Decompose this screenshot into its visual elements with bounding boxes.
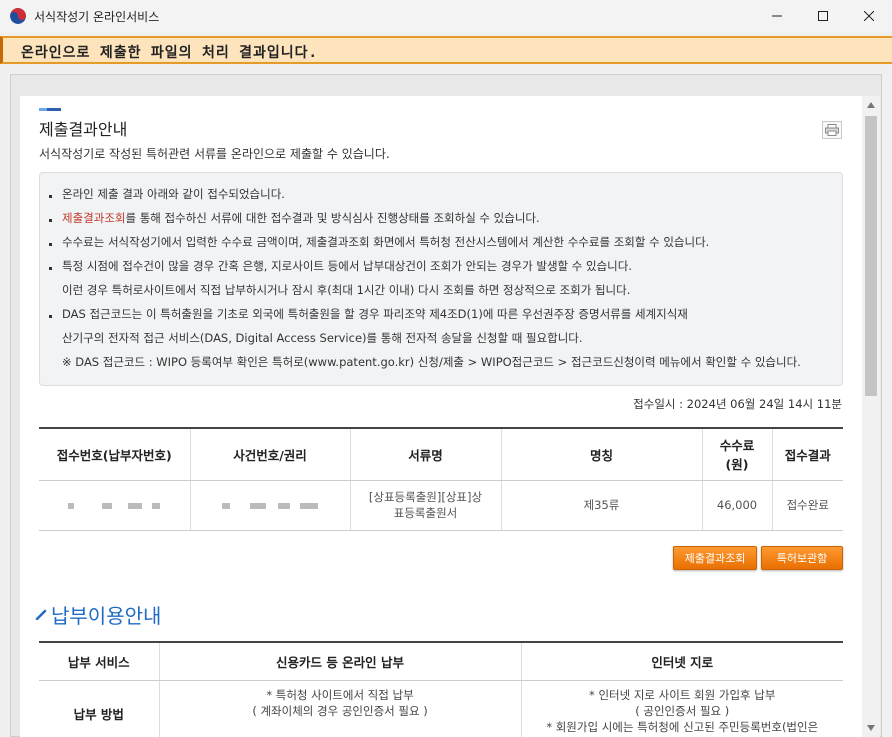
scroll-down-button[interactable]: [862, 719, 880, 737]
info-box: 온라인 제출 결과 아래와 같이 접수되었습니다. 제출결과조회를 통해 접수하…: [39, 172, 843, 386]
close-button[interactable]: [846, 0, 892, 32]
redacted-mark: [152, 502, 161, 509]
header-title: 명칭: [501, 427, 703, 481]
banner-text: 온라인으로 제출한 파일의 처리 결과입니다.: [21, 45, 318, 61]
minimize-button[interactable]: [754, 0, 800, 32]
online-payment-cell: * 특허청 사이트에서 직접 납부( 계좌이체의 경우 공인인증서 필요 ): [159, 680, 522, 737]
receipt-time: 접수일시 : 2024년 06월 24일 14시 11분: [633, 397, 842, 411]
redacted-mark: [222, 502, 230, 509]
case-no-cell-redacted: [190, 480, 351, 531]
payment-table: 납부 서비스 신용카드 등 온라인 납부 인터넷 지로 납부 방법 * 특허청 …: [39, 641, 843, 737]
online-line2: ( 계좌이체의 경우 공인인증서 필요 ): [252, 703, 428, 718]
header-fee-line2: (원): [725, 457, 749, 473]
maximize-button[interactable]: [800, 0, 846, 32]
bullet: [49, 195, 52, 198]
scroll-up-button[interactable]: [862, 96, 880, 114]
pencil-icon: [35, 609, 47, 620]
info-line-text: 를 통해 접수하신 서류에 대한 접수결과 및 방식심사 진행상태를 조회하실 …: [125, 211, 540, 225]
redacted-mark: [278, 502, 290, 509]
bullet: [49, 315, 52, 318]
table-row: [상표등록출원][상표]상표등록출원서 제35류 46,000 접수완료: [39, 480, 843, 531]
result-cell: 접수완료: [772, 480, 843, 531]
info-line: 산기구의 전자적 접근 서비스(DAS, Digital Access Serv…: [62, 331, 583, 345]
table-header-row: 접수번호(납부자번호) 사건번호/권리 서류명 명칭 수수료 (원) 접수결과: [39, 427, 843, 481]
header-internet-giro: 인터넷 지로: [521, 641, 843, 681]
page-description: 서식작성기로 작성된 특허관련 서류를 온라인으로 제출할 수 있습니다.: [39, 147, 390, 161]
print-icon: [825, 124, 839, 136]
result-banner: 온라인으로 제출한 파일의 처리 결과입니다.: [0, 36, 892, 64]
window-title: 서식작성기 온라인서비스: [34, 10, 160, 24]
submit-result-button[interactable]: 제출결과조회: [673, 546, 757, 570]
header-online-payment: 신용카드 등 온라인 납부: [159, 641, 522, 681]
chevron-up-icon: [867, 102, 875, 108]
maximize-icon: [818, 11, 828, 21]
redacted-mark: [102, 502, 113, 509]
doc-name-line1: [상표등록출원][상표]상: [368, 490, 483, 504]
patent-storage-button[interactable]: 특허보관함: [761, 546, 843, 570]
giro-line1: * 인터넷 지로 사이트 회원 가입후 납부: [589, 687, 776, 702]
info-line: DAS 접근코드는 이 특허출원을 기초로 외국에 특허출원을 할 경우 파리조…: [62, 307, 688, 321]
minimize-icon: [772, 15, 782, 17]
title-cell: 제35류: [501, 480, 703, 531]
giro-line2: ( 공인인증서 필요 ): [635, 703, 730, 718]
vertical-scrollbar[interactable]: [862, 96, 880, 737]
header-fee-line1: 수수료: [719, 438, 755, 454]
header-payment-service: 납부 서비스: [39, 641, 160, 681]
giro-payment-cell: * 인터넷 지로 사이트 회원 가입후 납부( 공인인증서 필요 ) * 회원가입…: [521, 680, 843, 737]
receipt-no-cell-redacted: [39, 480, 191, 531]
giro-line3: * 회원가입 시에는 특허청에 신고된 주민등록번호(법인은: [546, 719, 819, 734]
row-head-payment-method: 납부 방법: [39, 680, 160, 737]
scrollbar-thumb[interactable]: [865, 116, 877, 396]
header-fee: 수수료 (원): [702, 427, 773, 481]
redacted-mark: [300, 502, 318, 509]
online-line1: * 특허청 사이트에서 직접 납부: [266, 687, 414, 702]
info-line: ※ DAS 접근코드 : WIPO 등록여부 확인은 특허로(www.paten…: [62, 355, 801, 369]
info-line: 제출결과조회를 통해 접수하신 서류에 대한 접수결과 및 방식심사 진행상태를…: [62, 210, 540, 226]
korea-taegeuk-logo-icon: [10, 8, 26, 24]
fee-cell: 46,000: [702, 480, 773, 531]
bullet: [49, 243, 52, 246]
main-content: 제출결과안내 서식작성기로 작성된 특허관련 서류를 온라인으로 제출할 수 있…: [20, 96, 862, 737]
submit-result-link[interactable]: 제출결과조회: [62, 211, 125, 225]
close-icon: [864, 11, 874, 21]
result-table: 접수번호(납부자번호) 사건번호/권리 서류명 명칭 수수료 (원) 접수결과 […: [39, 427, 843, 531]
info-line: 특정 시점에 접수건이 많을 경우 간혹 은행, 지로사이트 등에서 납부대상건…: [62, 259, 632, 273]
header-receipt-no: 접수번호(납부자번호): [39, 427, 191, 481]
redacted-mark: [250, 502, 266, 509]
table-row: 납부 방법 * 특허청 사이트에서 직접 납부( 계좌이체의 경우 공인인증서 …: [39, 680, 843, 737]
print-button[interactable]: [822, 121, 842, 139]
redacted-mark: [68, 502, 75, 509]
doc-name-line2: 표등록출원서: [393, 506, 458, 520]
header-case-no: 사건번호/권리: [190, 427, 351, 481]
bullet: [49, 219, 52, 222]
header-result: 접수결과: [772, 427, 843, 481]
header-doc-name: 서류명: [350, 427, 502, 481]
redacted-mark: [128, 502, 143, 509]
payment-guide-title: 납부이용안내: [51, 604, 162, 628]
doc-name-cell: [상표등록출원][상표]상표등록출원서: [350, 480, 502, 531]
page-title: 제출결과안내: [39, 120, 128, 139]
info-line: 이런 경우 특허로사이트에서 직접 납부하시거나 잠시 후(최대 1시간 이내)…: [62, 283, 631, 297]
table-header-row: 납부 서비스 신용카드 등 온라인 납부 인터넷 지로: [39, 641, 843, 681]
window-titlebar: 서식작성기 온라인서비스: [0, 0, 892, 32]
title-decoration-accent: [39, 108, 47, 111]
bullet: [49, 267, 52, 270]
info-line: 온라인 제출 결과 아래와 같이 접수되었습니다.: [62, 187, 285, 201]
info-line: 수수료는 서식작성기에서 입력한 수수료 금액이며, 제출결과조회 화면에서 특…: [62, 235, 710, 249]
chevron-down-icon: [867, 725, 875, 731]
